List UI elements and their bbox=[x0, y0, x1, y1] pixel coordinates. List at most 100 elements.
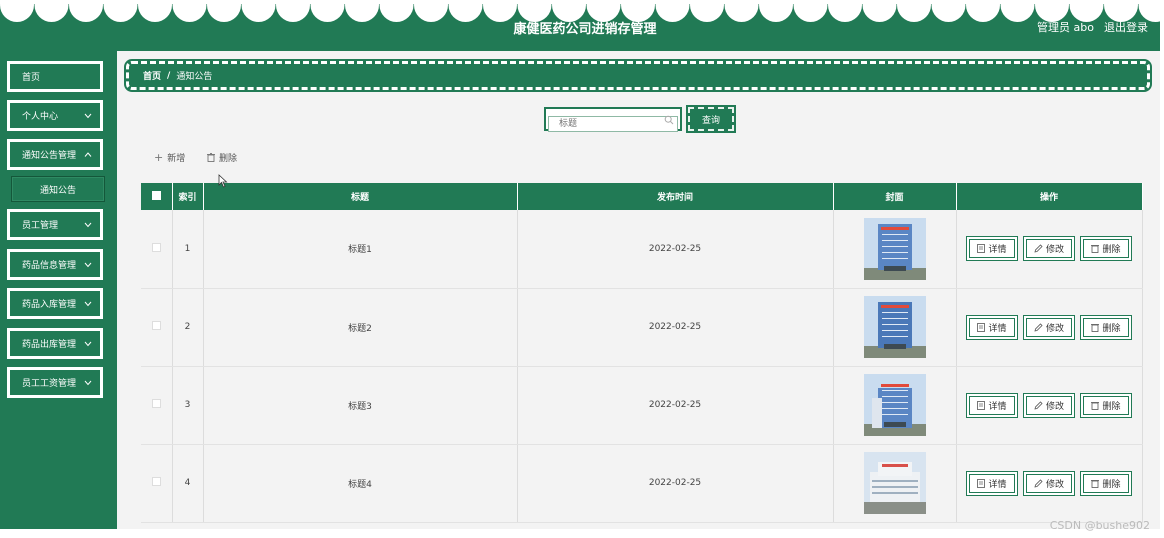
add-button-label: 新增 bbox=[167, 154, 186, 164]
delete-button[interactable]: 删除 bbox=[1080, 470, 1132, 496]
breadcrumb-current: 通知公告 bbox=[176, 72, 213, 82]
plus-icon: + bbox=[154, 151, 164, 164]
sidebar-item-label: 首页 bbox=[22, 73, 41, 83]
row-actions: 详情 修改 删除 bbox=[956, 210, 1143, 289]
detail-button[interactable]: 详情 bbox=[966, 236, 1018, 262]
sidebar-item-salary-management[interactable]: 员工工资管理 bbox=[7, 367, 103, 398]
sidebar: 首页 个人中心 通知公告管理 通知公告 员工管理 药品信息管理 药品入库管理 药… bbox=[0, 51, 117, 529]
table-row: 4 标题4 2022-02-25 详情 修改 删除 bbox=[141, 444, 1143, 523]
row-date: 2022-02-25 bbox=[517, 366, 834, 445]
sidebar-item-employee-management[interactable]: 员工管理 bbox=[7, 209, 103, 240]
app-root: 康健医药公司进销存管理 管理员 abo 退出登录 首页 个人中心 通知公告管理 … bbox=[0, 0, 1164, 538]
app-title: 康健医药公司进销存管理 bbox=[513, 22, 657, 37]
detail-button[interactable]: 详情 bbox=[966, 314, 1018, 340]
notice-table: 索引 标题 发布时间 封面 操作 1 标题1 2022-02-25 详情 修改 删除 2 标题… bbox=[141, 183, 1143, 523]
row-checkbox[interactable] bbox=[151, 242, 161, 252]
row-select-cell bbox=[141, 288, 173, 367]
column-header-actions: 操作 bbox=[956, 183, 1143, 210]
batch-delete-button[interactable]: 删除 bbox=[207, 151, 237, 164]
delete-button-label: 删除 bbox=[1102, 401, 1121, 412]
trash-icon bbox=[207, 153, 215, 162]
row-index: 1 bbox=[172, 210, 204, 289]
sidebar-item-personal-center[interactable]: 个人中心 bbox=[7, 100, 103, 131]
row-date: 2022-02-25 bbox=[517, 288, 834, 367]
table-row: 3 标题3 2022-02-25 详情 修改 删除 bbox=[141, 366, 1143, 445]
table-header-row: 索引 标题 发布时间 封面 操作 bbox=[141, 183, 1143, 210]
query-button[interactable]: 查询 bbox=[688, 107, 734, 131]
breadcrumb-separator: / bbox=[167, 70, 171, 81]
column-header-title: 标题 bbox=[203, 183, 518, 210]
edit-button[interactable]: 修改 bbox=[1023, 470, 1075, 496]
delete-button[interactable]: 删除 bbox=[1080, 392, 1132, 418]
mouse-cursor-icon bbox=[218, 174, 228, 188]
edit-button-label: 修改 bbox=[1045, 245, 1064, 256]
select-all-cell bbox=[141, 183, 173, 210]
document-icon bbox=[977, 322, 986, 332]
row-actions: 详情 修改 删除 bbox=[956, 288, 1143, 367]
edit-button[interactable]: 修改 bbox=[1023, 236, 1075, 262]
sidebar-item-drug-info-management[interactable]: 药品信息管理 bbox=[7, 249, 103, 280]
delete-button-label: 删除 bbox=[1102, 323, 1121, 334]
sidebar-item-label: 个人中心 bbox=[22, 112, 59, 122]
delete-button[interactable]: 删除 bbox=[1080, 314, 1132, 340]
admin-label: 管理员 abo bbox=[1037, 21, 1094, 34]
row-select-cell bbox=[141, 366, 173, 445]
row-checkbox[interactable] bbox=[151, 399, 161, 408]
sidebar-subitem-notice[interactable]: 通知公告 bbox=[11, 176, 105, 202]
logout-link[interactable]: 退出登录 bbox=[1104, 19, 1148, 35]
chevron-down-icon bbox=[83, 378, 93, 388]
chevron-down-icon bbox=[83, 111, 93, 121]
row-date: 2022-02-25 bbox=[517, 210, 834, 289]
detail-button[interactable]: 详情 bbox=[966, 470, 1018, 496]
detail-button-label: 详情 bbox=[988, 401, 1007, 412]
select-all-checkbox[interactable] bbox=[151, 190, 161, 200]
search-input[interactable] bbox=[548, 116, 678, 132]
main-content: 首页 / 通知公告 查询 + 新增 删除 索引 标题 bbox=[117, 51, 1160, 529]
edit-button[interactable]: 修改 bbox=[1023, 314, 1075, 340]
pencil-icon bbox=[1034, 478, 1043, 488]
row-title: 标题4 bbox=[203, 444, 518, 523]
column-header-index: 索引 bbox=[172, 183, 204, 210]
document-icon bbox=[977, 478, 986, 488]
row-title: 标题1 bbox=[203, 210, 518, 289]
edit-button-label: 修改 bbox=[1045, 401, 1064, 412]
sidebar-item-drug-outbound-management[interactable]: 药品出库管理 bbox=[7, 328, 103, 359]
sidebar-item-label: 员工工资管理 bbox=[22, 379, 77, 389]
breadcrumb-home[interactable]: 首页 bbox=[143, 69, 161, 82]
sidebar-item-label: 药品出库管理 bbox=[22, 340, 77, 350]
row-checkbox[interactable] bbox=[151, 321, 161, 330]
edit-button[interactable]: 修改 bbox=[1023, 392, 1075, 418]
row-index: 4 bbox=[172, 444, 204, 523]
detail-button[interactable]: 详情 bbox=[966, 392, 1018, 418]
delete-button-label: 删除 bbox=[1102, 245, 1121, 256]
detail-button-label: 详情 bbox=[988, 479, 1007, 490]
add-button[interactable]: + 新增 bbox=[154, 151, 185, 164]
sidebar-item-label: 员工管理 bbox=[22, 221, 59, 231]
sidebar-item-label: 药品入库管理 bbox=[22, 300, 77, 310]
table-body: 1 标题1 2022-02-25 详情 修改 删除 2 标题2 2022-02-25 详情 修改 删除… bbox=[141, 210, 1143, 523]
row-title: 标题3 bbox=[203, 366, 518, 445]
column-header-cover: 封面 bbox=[833, 183, 957, 210]
trash-icon bbox=[1091, 401, 1100, 410]
watermark: CSDN @bushe902 bbox=[1049, 519, 1150, 532]
row-date: 2022-02-25 bbox=[517, 444, 834, 523]
sidebar-item-notice-management[interactable]: 通知公告管理 bbox=[7, 139, 103, 170]
chevron-down-icon bbox=[83, 260, 93, 270]
sidebar-item-drug-inbound-management[interactable]: 药品入库管理 bbox=[7, 288, 103, 319]
sidebar-item-home[interactable]: 首页 bbox=[7, 61, 103, 92]
row-checkbox[interactable] bbox=[151, 477, 161, 486]
column-header-date: 发布时间 bbox=[517, 183, 834, 210]
table-row: 1 标题1 2022-02-25 详情 修改 删除 bbox=[141, 210, 1143, 289]
document-icon bbox=[977, 244, 986, 254]
cover-building-image bbox=[863, 217, 926, 280]
sidebar-item-label: 药品信息管理 bbox=[22, 261, 77, 271]
pencil-icon bbox=[1034, 400, 1043, 410]
row-cover bbox=[833, 210, 957, 289]
delete-button[interactable]: 删除 bbox=[1080, 236, 1132, 262]
row-title: 标题2 bbox=[203, 288, 518, 367]
cover-building-image bbox=[863, 374, 926, 436]
breadcrumb: 首页 / 通知公告 bbox=[126, 61, 1150, 90]
top-header: 康健医药公司进销存管理 管理员 abo 退出登录 bbox=[0, 0, 1160, 51]
row-index: 2 bbox=[172, 288, 204, 367]
row-index: 3 bbox=[172, 366, 204, 445]
